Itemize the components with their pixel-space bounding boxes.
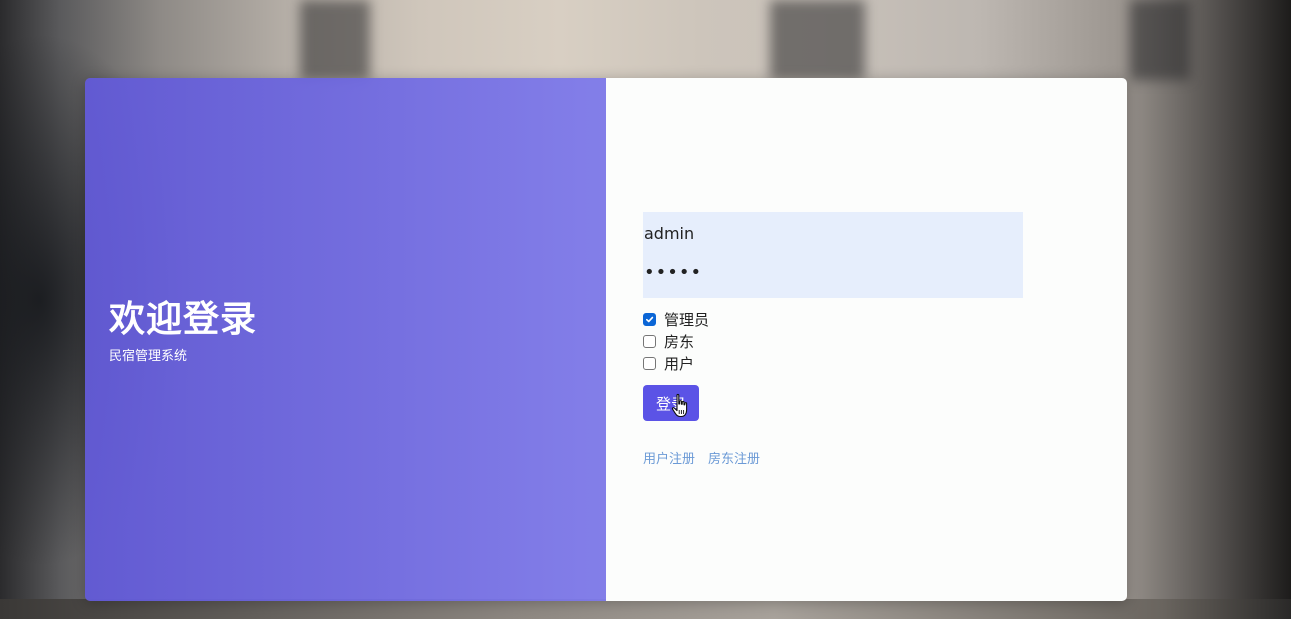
role-option-user[interactable]: 用户 — [643, 352, 709, 374]
register-links: 用户注册 房东注册 — [643, 448, 760, 467]
system-subtitle: 民宿管理系统 — [109, 349, 188, 364]
login-form-panel: ••••• 管理员 房东 用户 登录 用户注册 — [606, 78, 1127, 601]
checkbox-checked-icon[interactable] — [643, 312, 656, 326]
user-register-link[interactable]: 用户注册 — [643, 448, 695, 467]
landlord-register-link[interactable]: 房东注册 — [708, 448, 760, 467]
welcome-title: 欢迎登录 — [109, 299, 258, 340]
checkbox-icon[interactable] — [643, 334, 656, 348]
background-beam — [770, 0, 865, 80]
username-input[interactable] — [643, 220, 1004, 246]
role-option-admin[interactable]: 管理员 — [643, 308, 709, 330]
login-card: 欢迎登录 民宿管理系统 ••••• 管理员 房东 用户 登录 — [85, 78, 1127, 601]
role-option-landlord[interactable]: 房东 — [643, 330, 709, 352]
background-beam — [1130, 0, 1190, 80]
role-selector: 管理员 房东 用户 — [643, 308, 709, 374]
hand-pointer-cursor-icon — [671, 393, 688, 418]
checkbox-icon[interactable] — [643, 356, 656, 370]
password-input[interactable]: ••••• — [643, 262, 1004, 288]
credentials-box: ••••• — [643, 212, 1023, 298]
role-label: 管理员 — [664, 310, 710, 329]
background-floor — [0, 599, 1291, 619]
background-beam — [300, 0, 370, 80]
brand-panel: 欢迎登录 民宿管理系统 — [85, 78, 606, 601]
role-label: 房东 — [664, 332, 695, 351]
role-label: 用户 — [664, 354, 695, 373]
